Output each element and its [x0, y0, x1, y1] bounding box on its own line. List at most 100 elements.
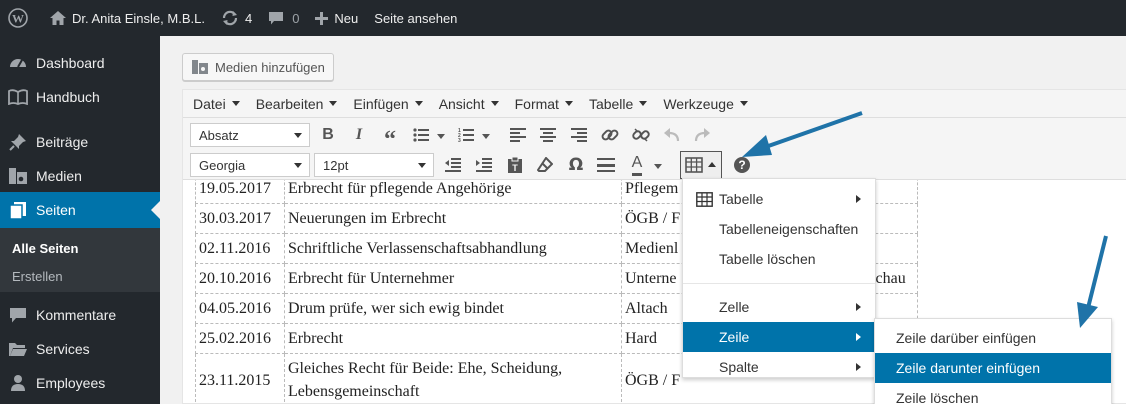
table-button[interactable]	[680, 151, 722, 179]
updates-link[interactable]: 4	[213, 0, 260, 36]
menu-item-label: Zeile darunter einfügen	[896, 360, 1040, 376]
menu-bearbeiten[interactable]: Bearbeiten	[248, 96, 346, 112]
outdent-button[interactable]	[440, 152, 466, 178]
align-right-icon	[571, 128, 587, 142]
format-select[interactable]: Absatz	[190, 123, 310, 147]
table-icon	[696, 192, 713, 207]
menu-item-table-properties[interactable]: Tabelleneigenschaften	[683, 214, 875, 244]
sidebar-item-medien[interactable]: Medien	[0, 159, 160, 193]
bullet-list-button[interactable]	[408, 122, 434, 148]
menu-item-delete-table[interactable]: Tabelle löschen	[683, 244, 875, 274]
menu-item-label: Zeile darüber einfügen	[896, 330, 1037, 346]
menu-format[interactable]: Format	[507, 96, 581, 112]
horizontal-line-button[interactable]	[593, 152, 619, 178]
table-cell-date[interactable]: 04.05.2016	[195, 293, 285, 324]
sidebar-item-label: Kommentare	[36, 307, 117, 323]
menu-item-label: Tabelleneigenschaften	[719, 221, 859, 237]
sidebar-item-employees[interactable]: Employees	[0, 366, 160, 400]
pin-icon	[0, 133, 36, 151]
menu-tabelle[interactable]: Tabelle	[581, 96, 655, 112]
sidebar-item-dashboard[interactable]: Dashboard	[0, 46, 160, 80]
format-select-value: Absatz	[199, 127, 239, 143]
table-cell-title[interactable]: Erbrecht für pflegende Angehörige	[284, 180, 622, 204]
blockquote-button[interactable]: “	[377, 122, 403, 152]
comment-icon	[0, 307, 36, 324]
sidebar-item-kommentare[interactable]: Kommentare	[0, 298, 160, 332]
table-cell-title[interactable]: Erbrecht für Unternehmer	[284, 263, 622, 294]
svg-text:T: T	[512, 163, 518, 173]
submenu-all-pages[interactable]: Alle Seiten	[12, 241, 78, 256]
chevron-down-icon	[329, 101, 338, 106]
menu-label: Format	[514, 95, 559, 112]
person-icon	[0, 374, 36, 392]
svg-text:3: 3	[458, 138, 461, 142]
sidebar-item-services[interactable]: Services	[0, 332, 160, 366]
table-cell-date[interactable]: 20.10.2016	[195, 263, 285, 294]
text-color-caret-icon[interactable]	[654, 164, 662, 169]
table-cell-title[interactable]: Drum prüfe, wer sich ewig bindet	[284, 293, 622, 324]
site-name-link[interactable]: Dr. Anita Einsle, M.B.L.	[42, 0, 213, 36]
submenu-create[interactable]: Erstellen	[12, 269, 63, 284]
table-cell-date[interactable]: 19.05.2017	[195, 180, 285, 204]
indent-icon	[476, 158, 492, 172]
align-center-button[interactable]	[535, 122, 561, 148]
new-content-link[interactable]: Neu	[307, 0, 366, 36]
menu-ansicht[interactable]: Ansicht	[431, 96, 507, 112]
wordpress-logo-icon[interactable]: W	[0, 0, 42, 36]
sidebar-item-seiten[interactable]: Seiten	[0, 192, 160, 228]
bullet-list-icon	[413, 128, 429, 142]
font-family-select[interactable]: Georgia	[190, 153, 310, 177]
font-size-select[interactable]: 12pt	[314, 153, 434, 177]
align-right-button[interactable]	[566, 122, 592, 148]
sidebar-item-beitraege[interactable]: Beiträge	[0, 125, 160, 159]
svg-text:W: W	[12, 12, 24, 26]
comments-link[interactable]: 0	[260, 0, 307, 36]
menu-werkzeuge[interactable]: Werkzeuge	[655, 96, 756, 112]
add-media-button[interactable]: Medien hinzufügen	[182, 53, 334, 81]
chevron-right-icon	[856, 363, 861, 371]
sidebar-item-handbuch[interactable]: Handbuch	[0, 80, 160, 114]
special-character-button[interactable]: Ω	[563, 152, 589, 178]
table-cell-title[interactable]: Erbrecht	[284, 323, 622, 354]
paste-text-button[interactable]: T	[502, 152, 528, 178]
menu-item-row[interactable]: Zeile	[683, 322, 875, 352]
sidebar-item-label: Medien	[36, 168, 82, 184]
insert-link-button[interactable]	[597, 122, 623, 148]
clear-formatting-button[interactable]	[532, 152, 558, 178]
redo-button[interactable]	[689, 122, 715, 148]
bold-button[interactable]: B	[315, 122, 341, 148]
table-cell-date[interactable]: 23.11.2015	[195, 353, 285, 404]
menu-datei[interactable]: Datei	[185, 96, 248, 112]
menu-item-insert-row-after[interactable]: Zeile darunter einfügen	[875, 353, 1111, 383]
menu-einfuegen[interactable]: Einfügen	[345, 96, 430, 112]
numbered-list-button[interactable]: 123	[453, 122, 479, 148]
menu-item-delete-row[interactable]: Zeile löschen	[875, 383, 1111, 404]
italic-button[interactable]: I	[346, 122, 372, 148]
chevron-right-icon	[856, 333, 861, 341]
remove-link-button[interactable]	[628, 122, 654, 148]
menu-label: Werkzeuge	[663, 95, 734, 112]
font-size-value: 12pt	[323, 157, 349, 173]
table-cell-date[interactable]: 30.03.2017	[195, 203, 285, 234]
menu-item-tabelle[interactable]: Tabelle	[683, 184, 875, 214]
numbered-list-caret-icon[interactable]	[482, 134, 490, 139]
table-cell-title[interactable]: Gleiches Recht für Beide: Ehe, Scheidung…	[284, 353, 622, 404]
indent-button[interactable]	[471, 152, 497, 178]
table-cell-title[interactable]: Neuerungen im Erbrecht	[284, 203, 622, 234]
align-left-button[interactable]	[505, 122, 531, 148]
view-page-link[interactable]: Seite ansehen	[366, 0, 465, 36]
book-icon	[0, 89, 36, 105]
menu-item-insert-row-before[interactable]: Zeile darüber einfügen	[875, 323, 1111, 353]
table-cell-title[interactable]: Schriftliche Verlassenschaftsabhandlung	[284, 233, 622, 264]
sidebar-item-label: Employees	[36, 375, 106, 391]
menu-item-column[interactable]: Spalte	[683, 352, 875, 382]
undo-button[interactable]	[659, 122, 685, 148]
table-cell-date[interactable]: 02.11.2016	[195, 233, 285, 264]
menu-item-label: Spalte	[719, 359, 759, 375]
comment-icon	[269, 11, 284, 24]
menu-item-cell[interactable]: Zelle	[683, 292, 875, 322]
text-color-button[interactable]: A	[624, 152, 650, 178]
table-cell-date[interactable]: 25.02.2016	[195, 323, 285, 354]
bullet-list-caret-icon[interactable]	[437, 134, 445, 139]
help-button[interactable]: ?	[729, 152, 755, 178]
